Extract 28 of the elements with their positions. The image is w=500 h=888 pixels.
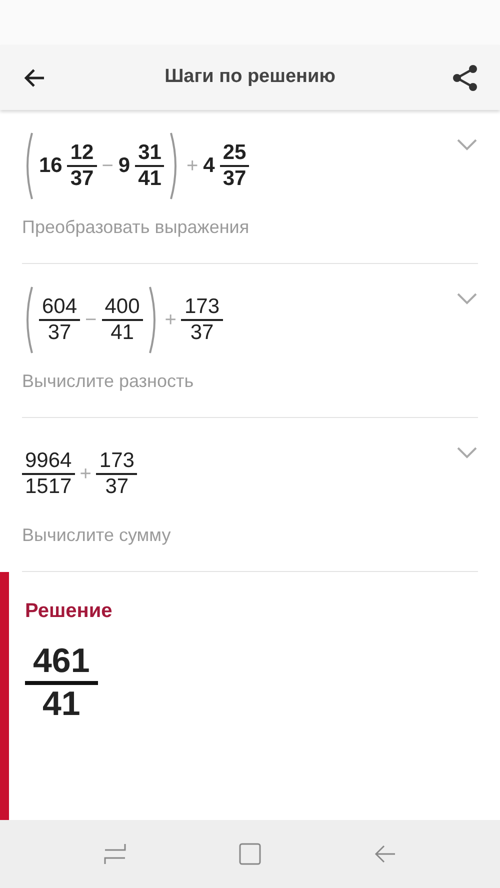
chevron-down-icon[interactable] (456, 292, 478, 306)
share-icon[interactable] (452, 64, 478, 92)
home-icon[interactable] (238, 842, 262, 866)
chevron-down-icon[interactable] (456, 446, 478, 460)
fraction: 400 41 (102, 294, 143, 346)
solution-title: Решение (25, 599, 112, 624)
fraction: 25 37 (220, 140, 250, 192)
operator: + (186, 154, 198, 179)
operator: − (85, 308, 97, 333)
fraction: 173 37 (181, 294, 223, 346)
operator: − (102, 154, 114, 179)
step-caption: Вычислите разность (22, 370, 195, 393)
whole-number: 9 (118, 153, 130, 180)
whole-number: 4 (203, 153, 215, 180)
fraction: 173 37 (96, 448, 138, 500)
fraction: 31 41 (135, 140, 164, 192)
chevron-down-icon[interactable] (456, 138, 478, 152)
step-caption: Преобразовать выражения (22, 216, 250, 239)
fraction: 12 37 (67, 140, 97, 192)
operator: + (164, 308, 176, 333)
fraction: 604 37 (39, 294, 80, 346)
operator: + (80, 462, 92, 487)
step-caption: Вычислите сумму (22, 524, 171, 547)
fraction: 9964 1517 (22, 448, 75, 500)
whole-number: 16 (39, 153, 62, 180)
recent-apps-icon[interactable] (103, 842, 128, 866)
screen-title: Шаги по решению (164, 65, 336, 90)
fraction: 461 41 (25, 642, 98, 724)
